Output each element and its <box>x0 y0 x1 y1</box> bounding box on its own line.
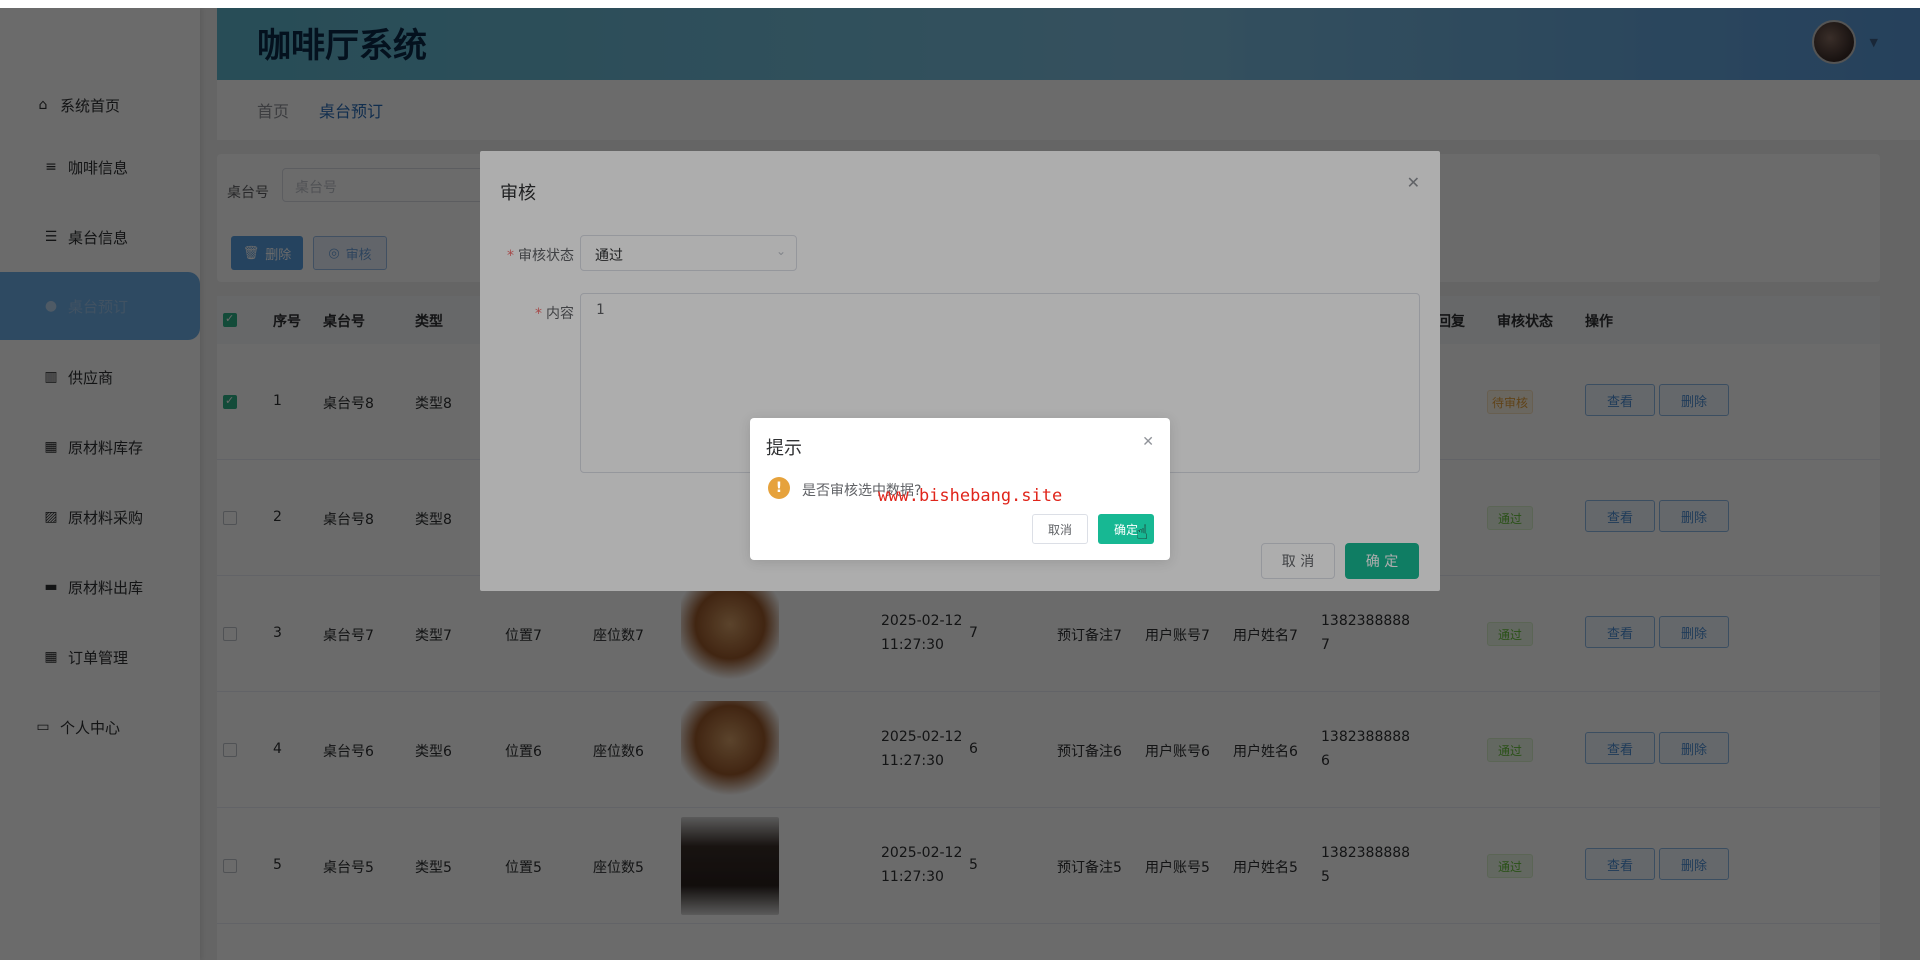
close-icon[interactable]: ✕ <box>1142 434 1154 450</box>
warning-icon: ! <box>768 477 790 499</box>
messagebox-cancel-button[interactable]: 取消 <box>1032 514 1088 544</box>
watermark-text: www.bishebang.site <box>878 486 1063 506</box>
messagebox-title: 提示 <box>766 438 802 459</box>
pointer-cursor-icon: ☝ <box>1136 520 1149 544</box>
page: ⌂ 系统首页 ≡ 咖啡信息 ☰ 桌台信息 ● 桌台预订 ▥ 供应商 ▦ 原材料库… <box>0 8 1920 960</box>
